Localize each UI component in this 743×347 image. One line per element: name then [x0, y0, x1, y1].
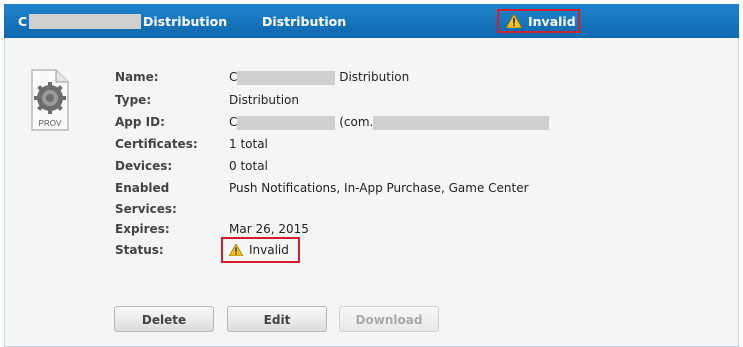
value-name-prefix: C — [229, 70, 238, 84]
app-id-redaction-1 — [237, 115, 336, 130]
header-status-text: Invalid — [528, 14, 576, 29]
warning-icon — [229, 244, 243, 256]
edit-button[interactable]: Edit — [227, 306, 327, 332]
label-type: Type: — [115, 93, 152, 107]
status-value-badge: Invalid — [221, 237, 300, 263]
prov-icon-label: PROV — [39, 119, 62, 128]
profile-header: C Distribution Distribution — [4, 4, 739, 38]
header-status-badge: Invalid — [497, 9, 580, 33]
header-name-prefix: C — [18, 14, 28, 29]
profile-panel — [4, 4, 739, 347]
header-type: Distribution — [262, 14, 347, 29]
label-devices: Devices: — [115, 159, 173, 173]
value-enabled-services: Push Notifications, In-App Purchase, Gam… — [229, 181, 529, 195]
value-expires: Mar 26, 2015 — [229, 222, 309, 236]
label-status: Status: — [115, 243, 164, 257]
value-app-id-prefix: C — [229, 115, 238, 129]
label-app-id: App ID: — [115, 115, 165, 129]
app-id-redaction-2 — [373, 115, 550, 130]
provisioning-profile-icon: PROV — [31, 69, 69, 131]
value-name-suffix: Distribution — [339, 70, 410, 84]
label-services: Services: — [115, 202, 177, 216]
value-app-id: C (com. — [229, 115, 550, 130]
download-button[interactable]: Download — [339, 306, 439, 332]
header-name-redaction — [29, 14, 141, 29]
header-name-suffix: Distribution — [143, 14, 228, 29]
label-enabled: Enabled — [115, 181, 170, 195]
status-value-text: Invalid — [249, 243, 289, 257]
name-redaction — [237, 70, 336, 85]
delete-button[interactable]: Delete — [114, 306, 214, 332]
value-devices: 0 total — [229, 159, 268, 173]
value-name: C Distribution — [229, 70, 409, 85]
value-certificates: 1 total — [229, 137, 268, 151]
label-name: Name: — [115, 70, 159, 84]
value-app-id-mid: (com. — [339, 115, 374, 129]
warning-icon — [506, 14, 522, 28]
value-type: Distribution — [229, 93, 300, 107]
label-certificates: Certificates: — [115, 137, 198, 151]
label-expires: Expires: — [115, 222, 170, 236]
